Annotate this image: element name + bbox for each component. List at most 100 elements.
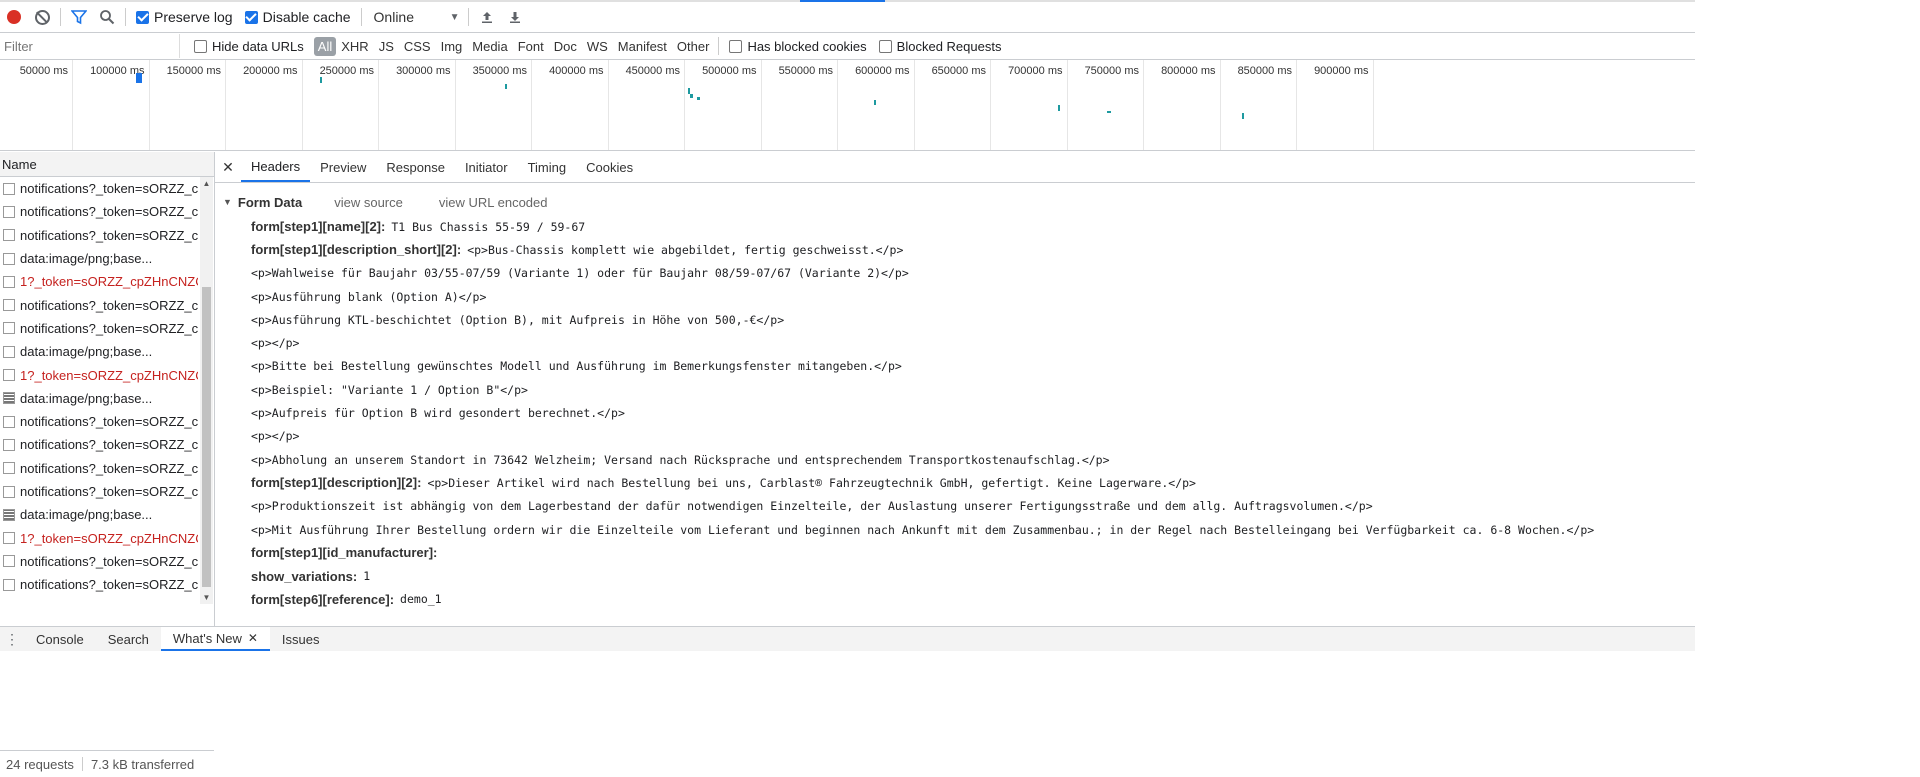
document-file-icon xyxy=(3,462,15,475)
filter-type-xhr[interactable]: XHR xyxy=(336,37,373,56)
form-data-row: <p>Beispiel: "Variante 1 / Option B"</p> xyxy=(223,378,1695,401)
throttling-select[interactable]: Online ▼ xyxy=(374,9,464,25)
disable-cache-label: Disable cache xyxy=(262,9,351,25)
export-har-button[interactable] xyxy=(501,3,529,31)
scroll-down-icon[interactable]: ▼ xyxy=(201,593,212,602)
request-row[interactable]: notifications?_token=sORZZ_c xyxy=(0,457,198,480)
form-data-row: <p></p> xyxy=(223,425,1695,448)
import-har-button[interactable] xyxy=(473,3,501,31)
request-row[interactable]: notifications?_token=sORZZ_c xyxy=(0,480,198,503)
filter-type-media[interactable]: Media xyxy=(467,37,512,56)
has-blocked-cookies-checkbox[interactable]: Has blocked cookies xyxy=(729,39,867,54)
name-column-header[interactable]: Name xyxy=(0,152,214,177)
filter-type-js[interactable]: JS xyxy=(374,37,399,56)
request-name: notifications?_token=sORZZ_c xyxy=(20,577,198,593)
request-row[interactable]: notifications?_token=sORZZ_c xyxy=(0,177,198,200)
checkbox-icon xyxy=(136,10,149,24)
request-name: data:image/png;base... xyxy=(20,390,153,406)
tab-headers[interactable]: Headers xyxy=(241,152,311,182)
toolbar-divider xyxy=(467,8,469,26)
clear-button[interactable] xyxy=(28,3,56,31)
request-row[interactable]: notifications?_token=sORZZ_c xyxy=(0,224,198,247)
form-field-value: <p>Dieser Artikel wird nach Bestellung b… xyxy=(427,475,1196,490)
request-row[interactable]: data:image/png;base... xyxy=(0,503,198,526)
form-data-row: form[step1][name][2]: T1 Bus Chassis 55-5… xyxy=(223,215,1695,238)
tab-initiator[interactable]: Initiator xyxy=(455,152,518,182)
view-url-encoded-link[interactable]: view URL encoded xyxy=(439,195,548,210)
filter-type-img[interactable]: Img xyxy=(436,37,468,56)
document-file-icon xyxy=(3,555,15,568)
request-row[interactable]: 1?_token=sORZZ_cpZHnCNZC xyxy=(0,526,198,549)
hide-data-urls-checkbox[interactable]: Hide data URLs xyxy=(194,39,304,54)
search-button[interactable] xyxy=(93,3,121,31)
drawer-tab-console[interactable]: Console xyxy=(24,627,96,651)
request-name: 1?_token=sORZZ_cpZHnCNZC xyxy=(20,530,198,546)
close-details-button[interactable]: ✕ xyxy=(215,152,241,182)
tab-timing[interactable]: Timing xyxy=(518,152,577,182)
request-row[interactable]: notifications?_token=sORZZ_c xyxy=(0,293,198,316)
record-button[interactable] xyxy=(0,3,28,31)
request-row[interactable]: notifications?_token=sORZZ_c xyxy=(0,410,198,433)
request-row[interactable]: data:image/png;base... xyxy=(0,247,198,270)
preserve-log-label: Preserve log xyxy=(154,9,233,25)
filter-type-css[interactable]: CSS xyxy=(399,37,436,56)
document-file-icon xyxy=(3,438,15,451)
request-row[interactable]: data:image/png;base... xyxy=(0,340,198,363)
drawer-tab-issues[interactable]: Issues xyxy=(270,627,332,651)
timeline-request-mark xyxy=(874,100,876,105)
request-row[interactable]: notifications?_token=sORZZ_c xyxy=(0,200,198,223)
more-menu-icon[interactable]: ⋮ xyxy=(0,631,24,648)
form-field-value: <p>Ausführung blank (Option A)</p> xyxy=(251,289,487,304)
filter-toggle-button[interactable] xyxy=(65,3,93,31)
timeline-request-mark xyxy=(690,94,693,98)
document-file-icon xyxy=(3,182,15,195)
request-row[interactable]: notifications?_token=sORZZ_c xyxy=(0,433,198,456)
checkbox-icon xyxy=(194,39,207,53)
form-data-row: show_variations: 1 xyxy=(223,564,1695,587)
form-data-header[interactable]: ▼ Form Data view source view URL encoded xyxy=(223,189,1695,215)
request-row[interactable]: 1?_token=sORZZ_cpZHnCNZC xyxy=(0,363,198,386)
expand-triangle-icon[interactable]: ▼ xyxy=(223,197,232,207)
timeline-request-mark xyxy=(1107,111,1111,113)
filter-type-ws[interactable]: WS xyxy=(582,37,613,56)
filter-type-other[interactable]: Other xyxy=(672,37,715,56)
form-data-row: <p>Ausführung KTL-beschichtet (Option B)… xyxy=(223,308,1695,331)
blocked-requests-checkbox[interactable]: Blocked Requests xyxy=(878,38,1002,54)
disable-cache-checkbox[interactable]: Disable cache xyxy=(244,9,351,25)
upload-icon xyxy=(481,12,492,23)
blocked-requests-label: Blocked Requests xyxy=(896,38,1002,54)
drawer-tab-search[interactable]: Search xyxy=(96,627,161,651)
request-name: 1?_token=sORZZ_cpZHnCNZC xyxy=(20,367,198,383)
timeline-overview[interactable]: 50000 ms 100000 ms 150000 ms 200000 ms 25000… xyxy=(0,60,1695,151)
close-icon[interactable]: ✕ xyxy=(248,631,258,645)
view-source-link[interactable]: view source xyxy=(334,195,403,210)
tab-response[interactable]: Response xyxy=(376,152,455,182)
tab-preview[interactable]: Preview xyxy=(310,152,376,182)
form-data-row: <p>Aufpreis für Option B wird gesondert … xyxy=(223,401,1695,424)
filter-type-all[interactable]: All xyxy=(313,36,337,56)
scrollbar-thumb[interactable] xyxy=(202,287,211,587)
request-row[interactable]: notifications?_token=sORZZ_c xyxy=(0,317,198,340)
preserve-log-checkbox[interactable]: Preserve log xyxy=(136,9,233,25)
form-data-row: <p>Mit Ausführung Ihrer Bestellung order… xyxy=(223,518,1695,541)
timeline-gridline xyxy=(1372,60,1374,150)
drawer-tab-what-s-new[interactable]: What's New ✕ xyxy=(160,627,270,651)
filter-input[interactable] xyxy=(0,34,180,58)
document-file-icon xyxy=(3,299,15,312)
timeline-request-mark xyxy=(1242,113,1244,119)
tab-cookies[interactable]: Cookies xyxy=(576,152,643,182)
document-file-icon xyxy=(3,205,15,218)
request-row[interactable]: notifications?_token=sORZZ_c xyxy=(0,550,198,573)
form-field-key: show_variations: xyxy=(251,568,358,584)
form-data-section: ▼ Form Data view source view URL encoded… xyxy=(215,189,1695,611)
filter-type-doc[interactable]: Doc xyxy=(549,37,582,56)
filter-type-manifest[interactable]: Manifest xyxy=(613,37,672,56)
request-row[interactable]: 1?_token=sORZZ_cpZHnCNZC xyxy=(0,270,198,293)
checkbox-icon xyxy=(729,39,743,53)
scroll-up-icon[interactable]: ▲ xyxy=(201,179,212,188)
request-row[interactable]: notifications?_token=sORZZ_c xyxy=(0,573,198,596)
request-row[interactable]: data:image/png;base... xyxy=(0,387,198,410)
form-field-value: <p></p> xyxy=(251,336,300,351)
filter-type-font[interactable]: Font xyxy=(513,37,549,56)
network-status-bar: 24 requests 7.3 kB transferred xyxy=(0,750,214,777)
